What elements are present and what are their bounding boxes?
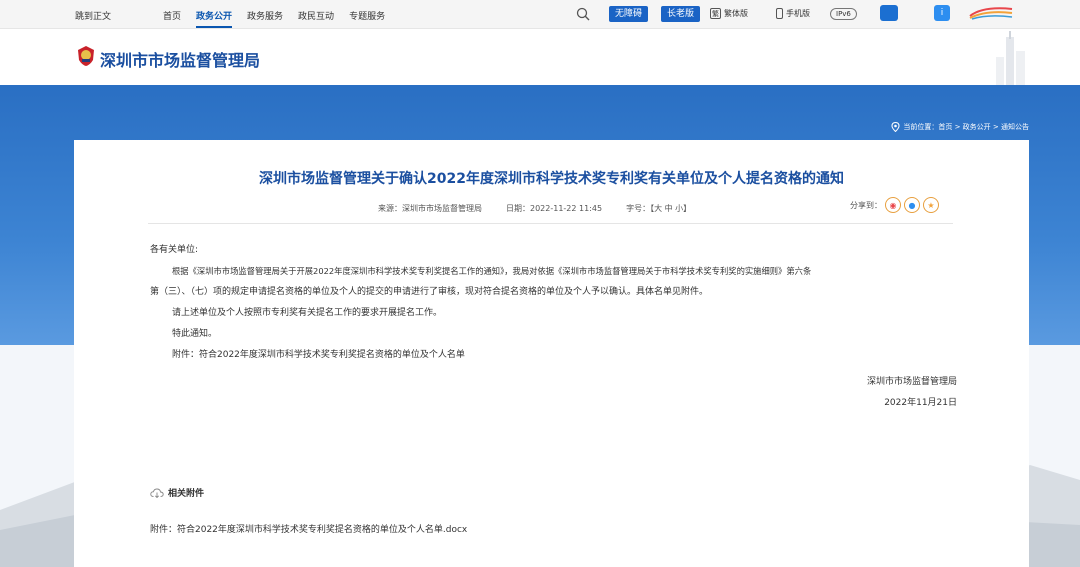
mobile-version-link[interactable]: 手机版 <box>776 8 810 19</box>
paragraph-3: 特此通知。 <box>172 329 218 339</box>
traditional-icon: 繁 <box>710 8 721 19</box>
salutation: 各有关单位: <box>150 245 199 255</box>
skip-to-content-link[interactable]: 跳到正文 <box>75 9 111 22</box>
site-title[interactable]: 深圳市市场监督管理局 <box>100 47 260 71</box>
nav-special-services[interactable]: 专题服务 <box>349 9 385 28</box>
breadcrumb: 当前位置：首页 > 政务公开 > 通知公告 <box>891 122 1029 132</box>
elderly-mode-button[interactable]: 长老版 <box>661 6 701 22</box>
attachment-file-link[interactable]: 附件：符合2022年度深圳市科学技术奖专利奖提名资格的单位及个人名单.docx <box>150 522 467 535</box>
ipv6-badge: IPv6 <box>830 8 857 20</box>
article-date: 日期：2022-11-22 11:45 <box>506 204 603 213</box>
accessibility-button[interactable]: 无障碍 <box>609 6 649 22</box>
top-nav-bar: 跳到正文 首页 政务公开 政务服务 政民互动 专题服务 无障碍 长老版 繁 繁体… <box>0 0 1080 29</box>
article-meta: 来源：深圳市市场监督管理局 日期：2022-11-22 11:45 字号：【大 … <box>378 203 715 214</box>
article-body: 各有关单位: 根据《深圳市市场监督管理局关于开展2022年度深圳市科学技术奖专利… <box>150 240 958 414</box>
location-pin-icon <box>891 122 900 132</box>
shenzhen-logo-icon <box>969 7 1013 20</box>
app2-icon[interactable]: i <box>934 5 950 21</box>
cloud-download-icon <box>150 488 164 498</box>
weibo-share-icon[interactable]: ◉ <box>885 197 901 213</box>
signature-date: 2022年11月21日 <box>884 398 957 408</box>
attachments-heading: 相关附件 <box>150 486 204 499</box>
paragraph-2: 请上述单位及个人按照市专利奖有关提名工作的要求开展提名工作。 <box>172 308 443 318</box>
article-source: 来源：深圳市市场监督管理局 <box>378 204 482 213</box>
search-icon[interactable] <box>576 7 590 21</box>
article-card: 深圳市场监督管理关于确认2022年度深圳市科学技术奖专利奖有关单位及个人提名资格… <box>74 140 1029 567</box>
nav-home[interactable]: 首页 <box>163 9 181 28</box>
city-skyline-icon <box>996 31 1025 85</box>
attachments-heading-text: 相关附件 <box>168 489 205 499</box>
nav-interaction[interactable]: 政民互动 <box>298 9 334 28</box>
font-size-selector[interactable]: 字号：【大 中 小】 <box>626 203 691 214</box>
breadcrumb-text[interactable]: 当前位置：首页 > 政务公开 > 通知公告 <box>903 122 1029 132</box>
mobile-label: 手机版 <box>786 9 810 18</box>
nav-gov-services[interactable]: 政务服务 <box>247 9 283 28</box>
traditional-label: 繁体版 <box>724 9 748 18</box>
signature-org: 深圳市市场监督管理局 <box>866 377 957 387</box>
qzone-share-icon[interactable]: ★ <box>923 197 939 213</box>
phone-icon <box>776 8 783 19</box>
share-label: 分享到： <box>850 200 882 210</box>
share-bar: 分享到： ◉ ● ★ <box>850 197 939 213</box>
nav-gov-affairs-public[interactable]: 政务公开 <box>196 9 233 28</box>
paragraph-1a: 根据《深圳市市场监督管理局关于开展2022年度深圳市科学技术奖专利奖提名工作的通… <box>172 266 812 276</box>
main-nav: 首页 政务公开 政务服务 政民互动 专题服务 <box>163 9 400 28</box>
paragraph-attachment-note: 附件：符合2022年度深圳市科学技术奖专利奖提名资格的单位及个人名单 <box>172 350 465 360</box>
emblem-icon <box>78 46 94 66</box>
divider <box>148 223 953 224</box>
paragraph-1b: 第（三）、（七）项的规定申请提名资格的单位及个人的提交的申请进行了审核，现对符合… <box>150 287 709 297</box>
app-icon[interactable] <box>880 5 898 21</box>
site-header: 深圳市市场监督管理局 <box>0 29 1080 85</box>
article-title: 深圳市场监督管理关于确认2022年度深圳市科学技术奖专利奖有关单位及个人提名资格… <box>259 171 844 187</box>
traditional-chinese-toggle[interactable]: 繁 繁体版 <box>710 8 748 19</box>
qq-share-icon[interactable]: ● <box>904 197 920 213</box>
